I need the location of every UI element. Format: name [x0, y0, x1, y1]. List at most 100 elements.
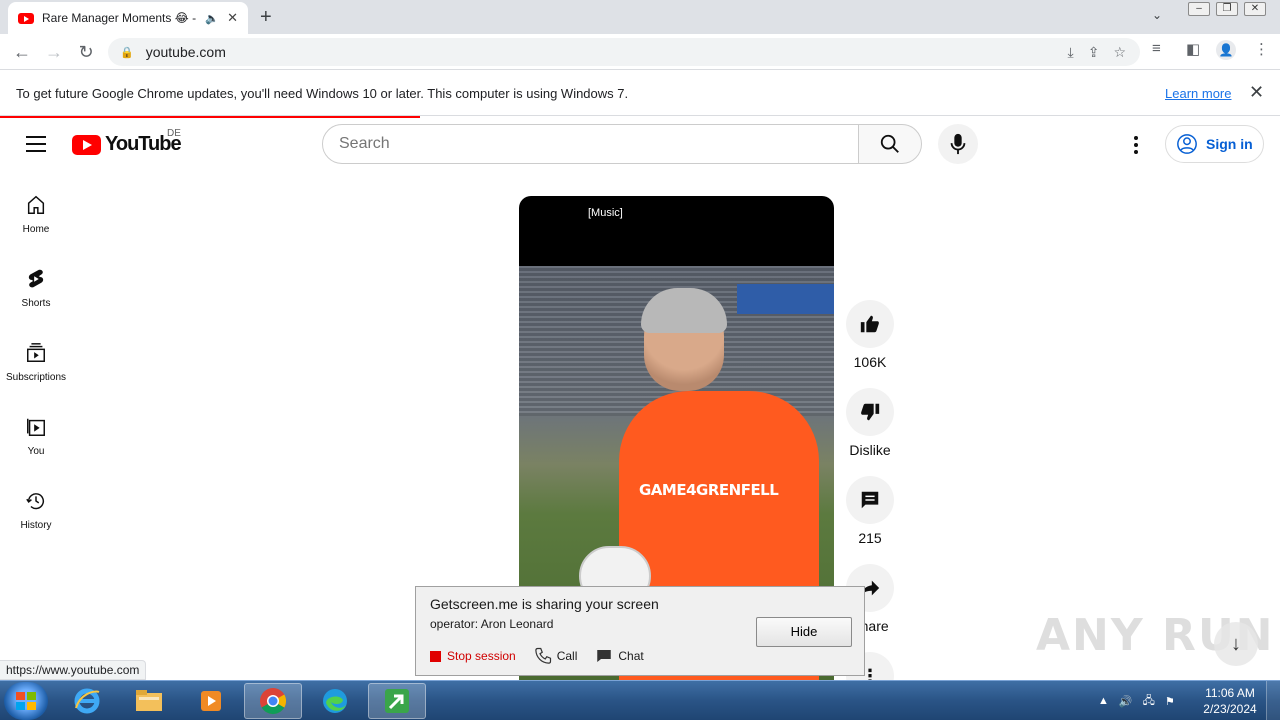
- sidebar-item-subscriptions[interactable]: Subscriptions: [0, 334, 72, 394]
- subscriptions-icon: [27, 343, 45, 362]
- shirt-text: GAME4GRENFELL: [639, 481, 779, 499]
- media-controls-icon[interactable]: ≡: [1152, 40, 1161, 57]
- share-icon[interactable]: ⇪: [1088, 44, 1100, 61]
- reload-icon[interactable]: ↻: [74, 40, 98, 64]
- sidebar-item-shorts[interactable]: Shorts: [0, 260, 72, 320]
- arrow-down-icon: ↓: [1231, 633, 1241, 655]
- forward-arrow-icon[interactable]: →: [42, 40, 66, 64]
- voice-search-button[interactable]: [938, 124, 978, 164]
- hide-button[interactable]: Hide: [756, 617, 852, 647]
- tray-overflow-icon[interactable]: ▲: [1098, 695, 1109, 707]
- scroll-down-button[interactable]: ↓: [1214, 622, 1258, 666]
- sharing-title: Getscreen.me is sharing your screen: [430, 596, 659, 612]
- infobar-message: To get future Google Chrome updates, you…: [16, 86, 629, 101]
- sidebar-item-you[interactable]: You: [0, 408, 72, 468]
- close-infobar-icon[interactable]: ✕: [1249, 82, 1264, 103]
- install-app-icon[interactable]: ⤓: [1068, 44, 1074, 61]
- taskbar-clock[interactable]: 11:06 AM 2/23/2024: [1198, 685, 1262, 717]
- sidebar-item-history[interactable]: History: [0, 482, 72, 542]
- sidebar-label-subscriptions: Subscriptions: [5, 372, 67, 383]
- sign-in-label: Sign in: [1206, 136, 1253, 152]
- windows-taskbar: ▲ 🔊 🖧 ⚑ 11:06 AM 2/23/2024: [0, 680, 1280, 721]
- chrome-menu-icon[interactable]: ⋮: [1254, 40, 1269, 58]
- chat-button[interactable]: Chat: [595, 647, 644, 665]
- folder-icon: [136, 690, 162, 711]
- call-label: Call: [556, 649, 578, 663]
- windows-logo-icon: [16, 692, 36, 710]
- taskbar-file-explorer[interactable]: [120, 683, 178, 719]
- search-icon: [880, 134, 899, 153]
- new-tab-button[interactable]: +: [260, 6, 272, 29]
- browser-tab[interactable]: Rare Manager Moments 😂 - 🔈 ✕: [8, 2, 248, 34]
- shorts-icon: [28, 269, 44, 288]
- clock-time: 11:06 AM: [1205, 686, 1255, 700]
- dislike-button[interactable]: [846, 388, 894, 436]
- show-desktop-button[interactable]: [1266, 681, 1280, 721]
- taskbar-getscreen[interactable]: [368, 683, 426, 719]
- comment-icon: [861, 491, 879, 509]
- taskbar-internet-explorer[interactable]: [58, 683, 116, 719]
- browser-toolbar: ← → ↻ 🔒 youtube.com ⤓ ⇪ ☆ ≡ ◧ 👤 ⋮: [0, 34, 1280, 70]
- thumbs-up-icon: [860, 315, 879, 333]
- sidebar-label-you: You: [27, 446, 45, 457]
- like-action: 106K: [846, 300, 894, 370]
- profile-icon[interactable]: 👤: [1216, 40, 1236, 60]
- comments-action: 215: [846, 476, 894, 546]
- like-count: 106K: [853, 354, 887, 370]
- search-button[interactable]: [858, 124, 922, 164]
- address-bar[interactable]: 🔒 youtube.com ⤓ ⇪ ☆: [108, 38, 1140, 66]
- getscreen-sharing-dialog: Getscreen.me is sharing your screen oper…: [415, 586, 865, 676]
- stadium-sign: [737, 284, 834, 314]
- internet-explorer-icon: [74, 688, 100, 714]
- speaker-icon[interactable]: 🔈: [205, 12, 219, 25]
- bookmark-star-icon[interactable]: ☆: [1113, 44, 1126, 61]
- taskbar-media-player[interactable]: [182, 683, 240, 719]
- chrome-icon: [260, 688, 287, 715]
- country-code: DE: [167, 128, 181, 139]
- comments-button[interactable]: [846, 476, 894, 524]
- side-panel-icon[interactable]: ◧: [1186, 40, 1200, 58]
- getscreen-arrow-icon: [385, 689, 409, 713]
- chat-bubble-icon: [597, 650, 612, 662]
- youtube-favicon-icon: [18, 12, 34, 24]
- like-button[interactable]: [846, 300, 894, 348]
- address-url[interactable]: youtube.com: [146, 44, 226, 60]
- settings-kebab-icon[interactable]: [1126, 132, 1146, 156]
- edge-icon: [323, 689, 347, 713]
- home-icon: [27, 195, 45, 214]
- sidebar-item-home[interactable]: Home: [0, 186, 72, 246]
- media-player-icon: [201, 691, 221, 711]
- network-icon[interactable]: 🖧: [1143, 692, 1155, 711]
- stop-session-label: Stop session: [447, 649, 516, 663]
- tab-search-chevron-icon[interactable]: ⌄: [1152, 8, 1162, 22]
- start-button[interactable]: [4, 682, 48, 720]
- sidebar-label-home: Home: [22, 224, 50, 235]
- minimize-button[interactable]: –: [1188, 2, 1210, 16]
- taskbar-google-chrome[interactable]: [244, 683, 302, 719]
- close-window-button[interactable]: ✕: [1244, 2, 1266, 16]
- comment-count: 215: [858, 530, 882, 546]
- taskbar-edge[interactable]: [306, 683, 364, 719]
- microphone-icon: [950, 133, 966, 155]
- stop-square-icon: [430, 650, 441, 662]
- status-bubble-url: https://www.youtube.com: [0, 660, 147, 680]
- hamburger-menu-icon[interactable]: [26, 136, 46, 152]
- search-input[interactable]: [322, 124, 859, 164]
- dislike-label: Dislike: [849, 442, 891, 458]
- lock-icon[interactable]: 🔒: [120, 46, 134, 59]
- operator-name: operator: Aron Leonard: [430, 617, 554, 631]
- sign-in-button[interactable]: Sign in: [1165, 125, 1264, 163]
- close-tab-icon[interactable]: ✕: [227, 10, 238, 26]
- tab-title: Rare Manager Moments 😂 -: [42, 11, 197, 25]
- action-center-flag-icon[interactable]: ⚑: [1165, 695, 1175, 708]
- volume-icon[interactable]: 🔊: [1119, 695, 1133, 708]
- window-controls: – ❐ ✕: [1188, 2, 1266, 16]
- tab-strip: Rare Manager Moments 😂 - 🔈 ✕ + ⌄ – ❐ ✕: [0, 0, 1280, 34]
- learn-more-link[interactable]: Learn more: [1165, 86, 1231, 101]
- call-button[interactable]: Call: [534, 647, 578, 665]
- stop-session-button[interactable]: Stop session: [430, 649, 516, 663]
- back-arrow-icon[interactable]: ←: [10, 40, 34, 64]
- restore-button[interactable]: ❐: [1216, 2, 1238, 16]
- youtube-logo[interactable]: YouTube DE: [72, 128, 182, 156]
- account-circle-icon: [1177, 134, 1197, 154]
